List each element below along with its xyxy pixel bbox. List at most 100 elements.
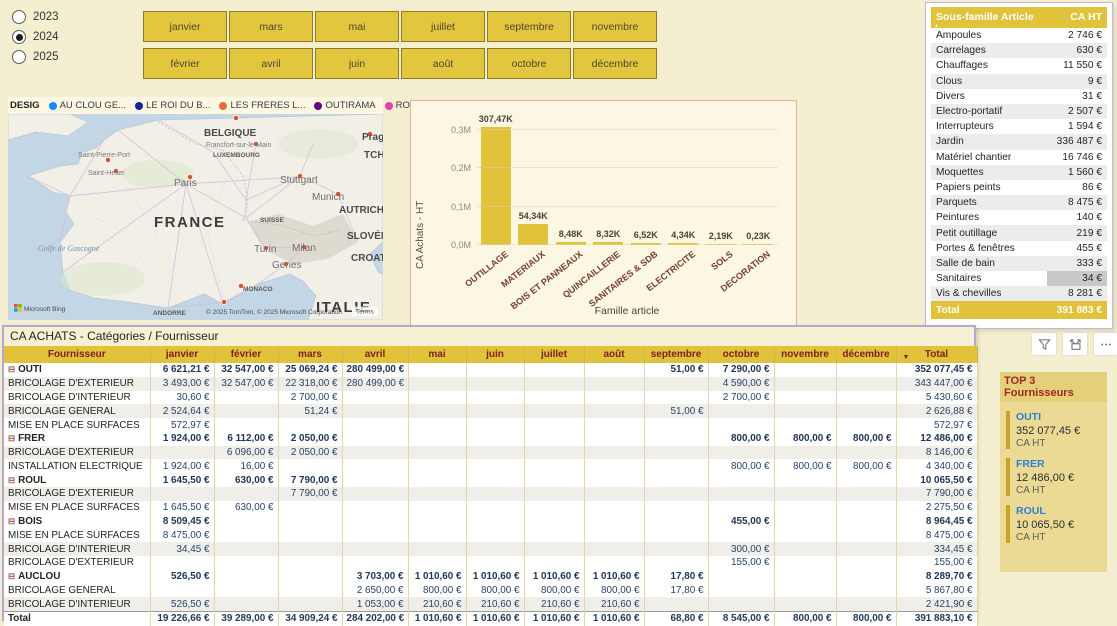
legend-item[interactable]: OUTIRAMA (314, 100, 375, 111)
table-row[interactable]: Carrelages630 € (931, 43, 1107, 58)
matrix-row[interactable]: BRICOLAGE D'INTERIEUR34,45 €300,00 €334,… (4, 542, 977, 556)
table-row[interactable]: Jardin336 487 € (931, 134, 1107, 149)
matrix-cell (524, 501, 584, 515)
matrix-total-cell: 8 545,00 € (708, 612, 774, 626)
month-button-janvier[interactable]: janvier (143, 11, 227, 42)
table-row[interactable]: Interrupteurs1 594 € (931, 119, 1107, 134)
matrix-row[interactable]: INSTALLATION ELECTRIQUE1 924,00 €16,00 €… (4, 459, 977, 473)
matrix-row[interactable]: BRICOLAGE GENERAL2 524,64 €51,24 €51,00 … (4, 404, 977, 418)
month-button-septembre[interactable]: septembre (487, 11, 571, 42)
year-option-2024[interactable]: 2024 (12, 30, 59, 44)
matrix-cell (836, 377, 896, 391)
table-row[interactable]: Papiers peints86 € (931, 180, 1107, 195)
top3-item-FRER[interactable]: FRER12 486,00 €CA HT (1006, 458, 1103, 496)
radio-icon[interactable] (12, 30, 26, 44)
month-button-novembre[interactable]: novembre (573, 11, 657, 42)
collapse-icon[interactable]: ⊟ (8, 571, 15, 581)
matrix-column-header-mars[interactable]: mars (278, 346, 342, 363)
table-row[interactable]: Sanitaires34 € (931, 271, 1107, 286)
matrix-row[interactable]: BRICOLAGE D'INTERIEUR30,60 €2 700,00 €2 … (4, 391, 977, 405)
matrix-column-header-Total[interactable]: ▼Total (896, 346, 977, 363)
matrix-row[interactable]: BRICOLAGE GENERAL2 650,00 €800,00 €800,0… (4, 584, 977, 598)
subfamily-header-article[interactable]: Sous-famille Article ▲ (931, 7, 1047, 28)
table-row[interactable]: Peintures140 € (931, 210, 1107, 225)
table-row[interactable]: Chauffages11 550 € (931, 58, 1107, 73)
matrix-column-header-Fournisseur[interactable]: Fournisseur (4, 346, 150, 363)
matrix-row[interactable]: BRICOLAGE D'INTERIEUR526,50 €1 053,00 €2… (4, 597, 977, 611)
year-option-2025[interactable]: 2025 (12, 50, 59, 64)
matrix-column-header-avril[interactable]: avril (342, 346, 408, 363)
matrix-row[interactable]: MISE EN PLACE SURFACES572,97 €572,97 € (4, 418, 977, 432)
matrix-column-header-octobre[interactable]: octobre (708, 346, 774, 363)
collapse-icon[interactable]: ⊟ (8, 516, 15, 526)
top3-item-ROUL[interactable]: ROUL10 065,50 €CA HT (1006, 505, 1103, 543)
matrix-column-header-juillet[interactable]: juillet (524, 346, 584, 363)
matrix-row-header: BRICOLAGE D'INTERIEUR (4, 597, 150, 611)
matrix-row[interactable]: MISE EN PLACE SURFACES1 645,50 €630,00 €… (4, 501, 977, 515)
focus-mode-icon[interactable] (1063, 333, 1087, 355)
matrix-row[interactable]: BRICOLAGE D'EXTERIEUR155,00 €155,00 € (4, 556, 977, 570)
matrix-column-header-novembre[interactable]: novembre (774, 346, 836, 363)
matrix-column-header-août[interactable]: août (584, 346, 644, 363)
matrix-row-header: MISE EN PLACE SURFACES (4, 501, 150, 515)
table-row[interactable]: Petit outillage219 € (931, 225, 1107, 240)
matrix-row-header: BRICOLAGE D'EXTERIEUR (4, 487, 150, 501)
matrix-column-header-décembre[interactable]: décembre (836, 346, 896, 363)
year-option-2023[interactable]: 2023 (12, 10, 59, 24)
table-row[interactable]: Electro-portatif2 507 € (931, 104, 1107, 119)
legend-item[interactable]: LE ROI DU B... (135, 100, 210, 111)
filter-icon[interactable] (1032, 333, 1056, 355)
map-label: ANDORRE (153, 310, 187, 317)
legend-item[interactable]: AU CLOU GE... (49, 100, 127, 111)
bing-map[interactable]: BELGIQUEFrancfort-sur-le-MainLUXEMBOURGP… (8, 114, 383, 320)
matrix-column-header-février[interactable]: février (214, 346, 278, 363)
month-button-mars[interactable]: mars (229, 11, 313, 42)
month-button-août[interactable]: août (401, 48, 485, 79)
more-options-icon[interactable] (1094, 333, 1117, 355)
map-bubble[interactable] (233, 115, 238, 120)
table-row[interactable]: Clous9 € (931, 74, 1107, 89)
bar-OUTILLAGE[interactable] (481, 127, 511, 245)
subfamily-table-visual: Sous-famille Article ▲ CA HT Ampoules2 7… (925, 2, 1113, 329)
month-button-mai[interactable]: mai (315, 11, 399, 42)
table-row[interactable]: Vis & chevilles8 281 € (931, 286, 1107, 301)
table-row[interactable]: Matériel chantier16 746 € (931, 150, 1107, 165)
table-row[interactable]: Salle de bain333 € (931, 256, 1107, 271)
matrix-row[interactable]: BRICOLAGE D'EXTERIEUR6 096,00 €2 050,00 … (4, 446, 977, 460)
table-row[interactable]: Ampoules2 746 € (931, 28, 1107, 43)
terms-link[interactable]: Terms (356, 309, 374, 316)
matrix-row[interactable]: ⊟OUTI6 621,21 €32 547,00 €25 069,24 €280… (4, 363, 977, 377)
matrix-row[interactable]: ⊟BOIS8 509,45 €455,00 €8 964,45 € (4, 515, 977, 529)
collapse-icon[interactable]: ⊟ (8, 475, 15, 485)
table-row[interactable]: Moquettes1 560 € (931, 165, 1107, 180)
matrix-column-header-janvier[interactable]: janvier (150, 346, 214, 363)
radio-icon[interactable] (12, 10, 26, 24)
matrix-row[interactable]: ⊟FRER1 924,00 €6 112,00 €2 050,00 €800,0… (4, 432, 977, 446)
matrix-row[interactable]: BRICOLAGE D'EXTERIEUR3 493,00 €32 547,00… (4, 377, 977, 391)
matrix-column-header-septembre[interactable]: septembre (644, 346, 708, 363)
radio-icon[interactable] (12, 50, 26, 64)
matrix-column-header-juin[interactable]: juin (466, 346, 524, 363)
matrix-row[interactable]: ⊟ROUL1 645,50 €630,00 €7 790,00 €10 065,… (4, 473, 977, 487)
table-row[interactable]: Parquets8 475 € (931, 195, 1107, 210)
collapse-icon[interactable]: ⊟ (8, 433, 15, 443)
top3-item-OUTI[interactable]: OUTI352 077,45 €CA HT (1006, 411, 1103, 449)
month-button-juillet[interactable]: juillet (401, 11, 485, 42)
month-button-octobre[interactable]: octobre (487, 48, 571, 79)
matrix-row[interactable]: MISE EN PLACE SURFACES8 475,00 €8 475,00… (4, 528, 977, 542)
table-row[interactable]: Portes & fenêtres455 € (931, 241, 1107, 256)
month-button-juin[interactable]: juin (315, 48, 399, 79)
collapse-icon[interactable]: ⊟ (8, 364, 15, 374)
table-row[interactable]: Divers31 € (931, 89, 1107, 104)
matrix-column-header-mai[interactable]: mai (408, 346, 466, 363)
matrix-row[interactable]: BRICOLAGE D'EXTERIEUR7 790,00 €7 790,00 … (4, 487, 977, 501)
month-button-février[interactable]: février (143, 48, 227, 79)
month-button-avril[interactable]: avril (229, 48, 313, 79)
month-button-décembre[interactable]: décembre (573, 48, 657, 79)
subfamily-header-caht[interactable]: CA HT (1047, 7, 1107, 28)
legend-item[interactable]: LES FRERES L... (219, 100, 305, 111)
matrix-row[interactable]: ⊟AUCLOU526,50 €3 703,00 €1 010,60 €1 010… (4, 570, 977, 584)
matrix-cell (524, 487, 584, 501)
subfamily-value: 31 € (1047, 89, 1107, 104)
map-bubble[interactable] (221, 299, 226, 304)
